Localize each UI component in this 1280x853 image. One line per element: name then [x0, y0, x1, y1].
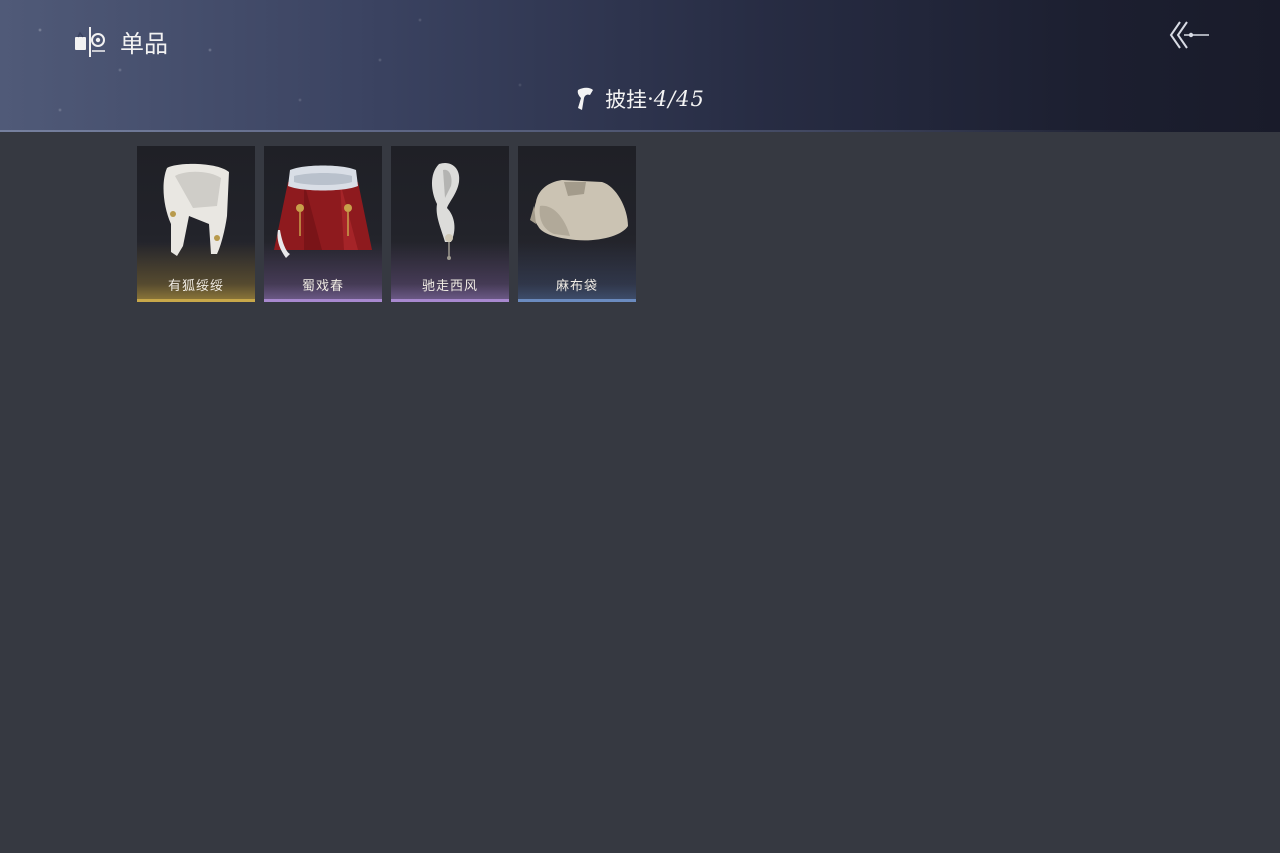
item-name: 麻布袋: [555, 279, 598, 294]
category-separator: ·: [647, 87, 654, 111]
back-arrow-icon[interactable]: [1166, 18, 1210, 52]
item-card[interactable]: 蜀戏春: [264, 146, 382, 302]
rarity-bar: [264, 299, 382, 302]
category-header: 披挂 · 4/45: [0, 84, 1280, 114]
item-card[interactable]: 有狐绥绥: [137, 146, 255, 302]
section-title-text: 单品: [120, 30, 168, 58]
top-header: 单品 披挂 · 4/45: [0, 0, 1280, 132]
rarity-bar: [391, 299, 509, 302]
item-card[interactable]: 驰走西风: [391, 146, 509, 302]
item-grid: 有狐绥绥 蜀戏春 驰走西风 麻布袋: [137, 146, 636, 302]
rarity-bar: [518, 299, 636, 302]
cape-icon: [577, 87, 594, 110]
item-name: 驰走西风: [421, 279, 478, 294]
item-card[interactable]: 麻布袋: [518, 146, 636, 302]
category-count: 4/45: [653, 87, 705, 111]
rarity-bar: [137, 299, 255, 302]
category-name: 披挂: [605, 88, 648, 112]
linen-sack-icon: [530, 180, 628, 241]
white-fur-scarf-icon: [163, 163, 229, 256]
red-fur-cape-icon: [274, 165, 372, 258]
wardrobe-icon: [75, 26, 105, 57]
section-title: 单品: [74, 24, 168, 59]
item-name: 有狐绥绥: [167, 279, 224, 294]
header-divider: [0, 130, 1150, 132]
item-name: 蜀戏春: [301, 279, 344, 294]
feather-tassel-icon: [432, 162, 460, 260]
